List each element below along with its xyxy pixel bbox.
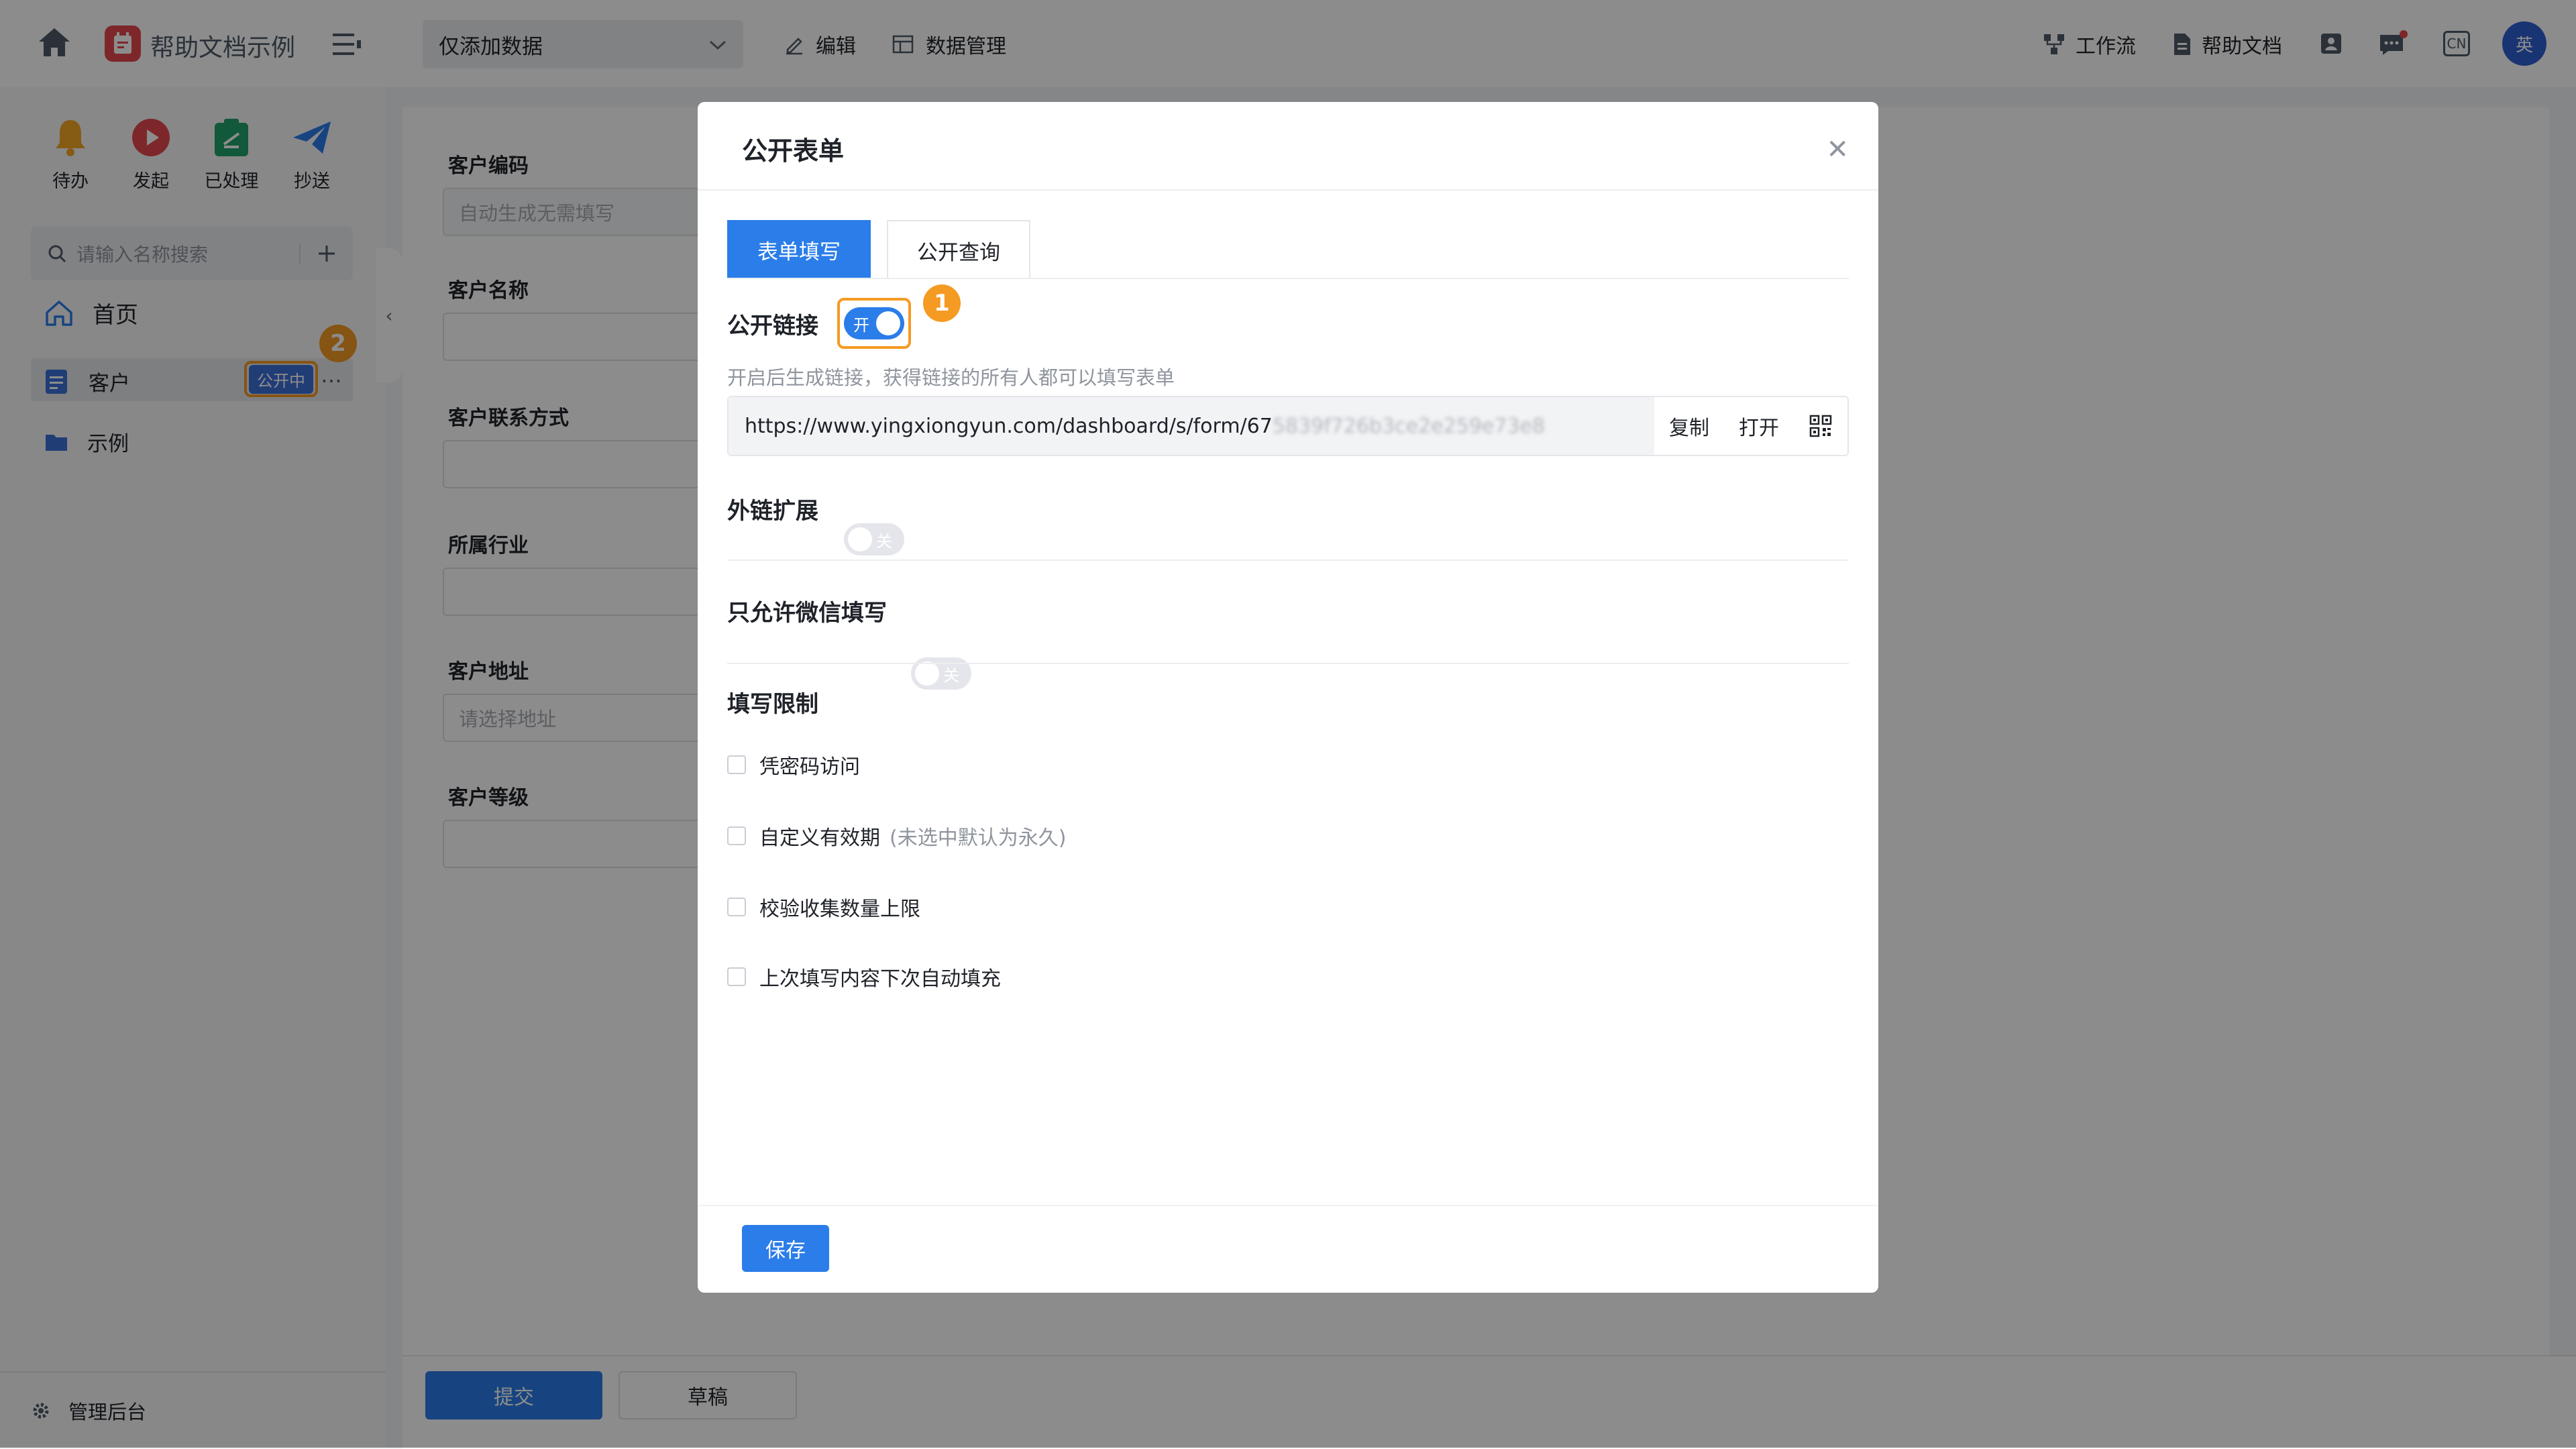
step-marker-1-label: 1 (934, 290, 950, 317)
switch-knob (848, 527, 872, 551)
open-link-label: 打开 (1739, 417, 1779, 440)
limit-count-label: 校验收集数量上限 (759, 898, 920, 921)
limit-password-label: 凭密码访问 (759, 755, 860, 779)
checkbox[interactable] (727, 755, 746, 774)
public-url-text: https://www.yingxiongyun.com/dashboard/s… (745, 414, 1273, 438)
modal-title: 公开表单 (742, 136, 845, 166)
public-link-label: 公开链接 (727, 313, 818, 339)
public-link-switch[interactable]: 开 (844, 307, 904, 339)
public-url-box: https://www.yingxiongyun.com/dashboard/s… (727, 396, 1849, 456)
save-label: 保存 (765, 1239, 806, 1263)
ext-link-label: 外链扩展 (727, 498, 818, 525)
checkbox[interactable] (727, 826, 746, 845)
limit-validity-note: (未选中默认为永久) (890, 826, 1067, 850)
modal-header-divider (698, 189, 1878, 191)
close-icon[interactable]: ✕ (1826, 134, 1849, 165)
open-link-button[interactable]: 打开 (1724, 397, 1794, 455)
limit-password-option[interactable]: 凭密码访问 (727, 750, 860, 780)
public-url-blurred: 5839f726b3ce2e259e73e8 (1272, 414, 1546, 438)
checkbox[interactable] (727, 898, 746, 916)
wechat-only-label: 只允许微信填写 (727, 600, 887, 627)
tab-public-query[interactable]: 公开查询 (887, 220, 1030, 279)
public-url-field[interactable]: https://www.yingxiongyun.com/dashboard/s… (729, 397, 1654, 455)
fill-limit-section-title: 填写限制 (727, 691, 818, 718)
save-button[interactable]: 保存 (742, 1225, 829, 1272)
section-divider (727, 559, 1849, 561)
switch-knob (876, 311, 900, 335)
public-link-hint: 开启后生成链接，获得链接的所有人都可以填写表单 (727, 366, 1175, 389)
copy-link-button[interactable]: 复制 (1654, 397, 1724, 455)
modal-footer-divider (698, 1205, 1878, 1206)
tab-form-fill-label: 表单填写 (757, 239, 841, 264)
ext-link-switch[interactable]: 关 (844, 523, 904, 555)
copy-link-label: 复制 (1669, 417, 1709, 440)
qr-code-icon[interactable] (1794, 397, 1847, 455)
public-link-switch-text: 开 (853, 316, 869, 335)
tab-public-query-label: 公开查询 (917, 240, 1000, 265)
public-form-modal: 公开表单 ✕ 表单填写 公开查询 公开链接 开 1 开启后生成链接，获得链接的所… (698, 102, 1878, 1293)
limit-validity-label: 自定义有效期 (759, 826, 880, 850)
tabs-divider (727, 278, 1849, 279)
switch-knob (915, 661, 939, 686)
wechat-switch-text: 关 (943, 666, 959, 685)
limit-validity-option[interactable]: 自定义有效期 (未选中默认为永久) (727, 821, 1066, 851)
section-divider (727, 663, 1849, 664)
step-marker-1: 1 (923, 284, 961, 322)
limit-count-option[interactable]: 校验收集数量上限 (727, 892, 920, 922)
ext-link-switch-text: 关 (876, 532, 892, 551)
tab-form-fill[interactable]: 表单填写 (727, 220, 871, 279)
limit-autofill-option[interactable]: 上次填写内容下次自动填充 (727, 962, 1001, 991)
checkbox[interactable] (727, 967, 746, 986)
limit-autofill-label: 上次填写内容下次自动填充 (759, 967, 1001, 991)
